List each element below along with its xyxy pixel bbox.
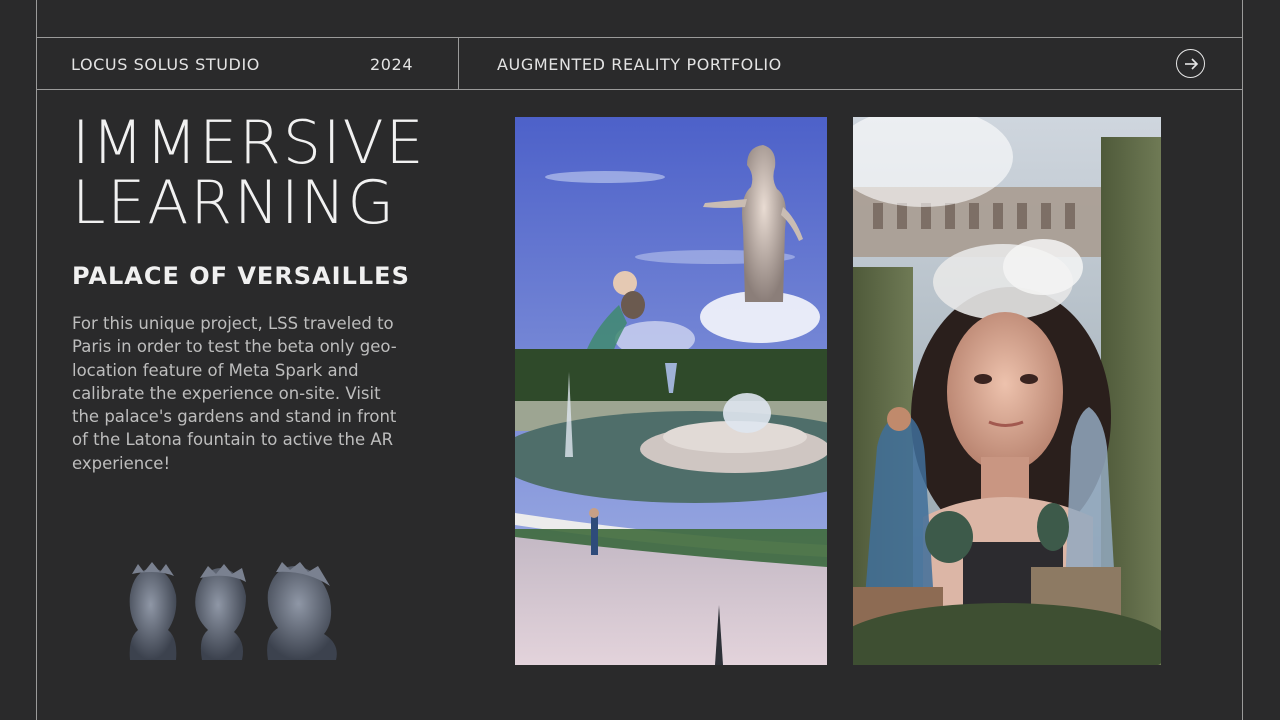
selfie-ar-photo (853, 117, 1161, 665)
studio-name: LOCUS SOLUS STUDIO (71, 55, 260, 74)
fountain-ar-photo (515, 117, 827, 665)
project-subtitle: PALACE OF VERSAILLES (72, 262, 410, 290)
headline-line-2: LEARNING (72, 168, 397, 238)
section-title: AUGMENTED REALITY PORTFOLIO (497, 55, 782, 74)
project-description: For this unique project, LSS traveled to… (72, 314, 397, 473)
statue-busts-image (118, 560, 348, 668)
page-headline: IMMERSIVE LEARNING (72, 113, 492, 233)
top-bar: LOCUS SOLUS STUDIO 2024 AUGMENTED REALIT… (36, 37, 1243, 90)
next-button[interactable] (1176, 49, 1205, 78)
header-divider (458, 38, 459, 90)
headline-line-1: IMMERSIVE (72, 108, 426, 178)
year-label: 2024 (370, 55, 414, 74)
arrow-right-icon (1184, 57, 1198, 70)
